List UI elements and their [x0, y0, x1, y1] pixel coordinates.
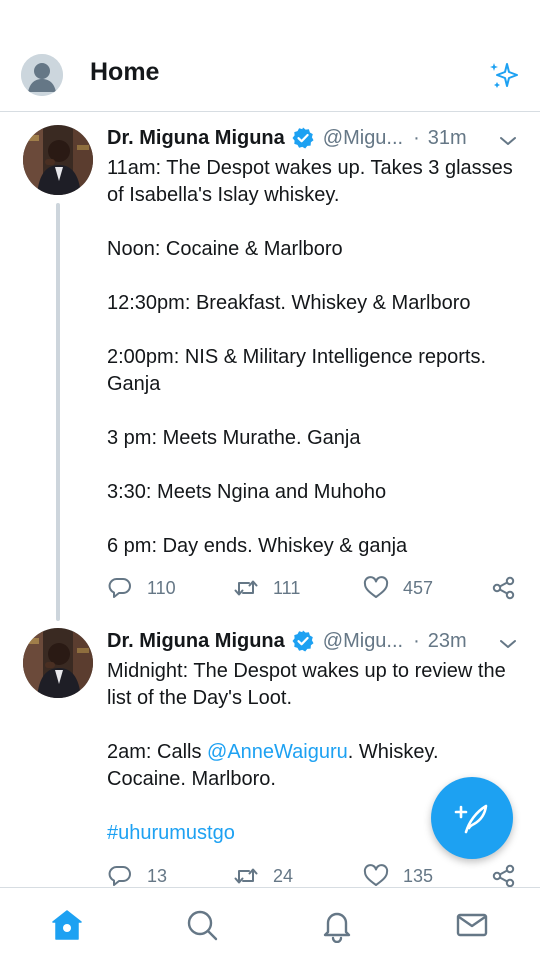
retweet-button[interactable]: 24	[233, 861, 293, 887]
tweet-line: 3 pm: Meets Murathe. Ganja	[107, 427, 361, 449]
tweet-header: Dr. Miguna Miguna @Migu... · 31m	[107, 124, 467, 152]
retweet-icon	[234, 868, 258, 884]
tweet-line: 2:00pm: NIS & Military Intelligence repo…	[107, 346, 487, 395]
tweet-header: Dr. Miguna Miguna @Migu... · 23m	[107, 627, 467, 655]
tweet-timestamp: 31m	[427, 126, 467, 149]
reply-button[interactable]: 110	[107, 573, 176, 603]
author-name[interactable]: Dr. Miguna Miguna	[107, 127, 285, 150]
reply-button[interactable]: 13	[107, 861, 167, 887]
like-count: 457	[403, 577, 434, 598]
heart-icon	[363, 864, 389, 886]
tweet-text-segment: 2am: Calls	[107, 741, 208, 763]
share-button[interactable]	[491, 573, 517, 603]
share-button[interactable]	[491, 861, 517, 887]
tweet-line: Midnight: The Despot wakes up to review …	[107, 660, 506, 709]
compose-tweet-button[interactable]	[431, 777, 513, 859]
retweet-count: 24	[273, 865, 294, 886]
author-avatar[interactable]	[23, 628, 93, 698]
tweet-actions: 13 24 135	[107, 861, 519, 887]
default-avatar-icon	[21, 54, 63, 96]
tweet-line: 11am: The Despot wakes up. Takes 3 glass…	[107, 157, 513, 206]
notifications-icon[interactable]	[319, 907, 355, 943]
tweet-actions: 110 111 457	[107, 573, 519, 603]
compose-tweet-icon	[454, 804, 488, 834]
verified-badge-icon	[292, 630, 314, 652]
like-button[interactable]: 457	[363, 573, 433, 603]
like-button[interactable]: 135	[363, 861, 433, 887]
like-count: 135	[403, 865, 434, 886]
author-avatar[interactable]	[23, 125, 93, 195]
thread-connector	[56, 203, 60, 621]
retweet-button[interactable]: 111	[233, 573, 300, 603]
tweet-line: Noon: Cocaine & Marlboro	[107, 238, 343, 260]
author-handle: @Migu...	[322, 126, 404, 149]
share-icon	[492, 576, 515, 600]
author-name[interactable]: Dr. Miguna Miguna	[107, 630, 285, 653]
reply-count: 13	[147, 865, 168, 886]
top-app-bar: Home	[0, 40, 540, 112]
search-icon[interactable]	[184, 907, 220, 943]
tweet-line: 12:30pm: Breakfast. Whiskey & Marlboro	[107, 292, 471, 314]
tweet-timestamp: 23m	[427, 629, 467, 652]
chevron-down-icon[interactable]	[498, 131, 518, 151]
verified-badge-icon	[292, 127, 314, 149]
tweet-text: 11am: The Despot wakes up. Takes 3 glass…	[107, 155, 519, 560]
tweet-card[interactable]: Dr. Miguna Miguna @Migu... · 31m 11am: T…	[0, 113, 540, 621]
retweet-count: 111	[273, 577, 301, 598]
reply-count: 110	[147, 577, 176, 598]
reply-icon	[108, 578, 131, 598]
tweet-line: 6 pm: Day ends. Whiskey & ganja	[107, 535, 408, 557]
profile-avatar-button[interactable]	[21, 54, 63, 96]
reply-icon	[108, 866, 131, 886]
heart-icon	[363, 576, 389, 598]
home-icon[interactable]	[49, 907, 85, 943]
separator-dot: ·	[413, 629, 420, 652]
messages-icon[interactable]	[454, 907, 490, 943]
share-icon	[492, 864, 515, 887]
mention-link[interactable]: @AnneWaiguru	[207, 741, 348, 763]
page-title: Home	[90, 58, 160, 86]
retweet-icon	[234, 580, 258, 596]
status-bar	[0, 0, 540, 40]
timeline-feed[interactable]: Dr. Miguna Miguna @Migu... · 31m 11am: T…	[0, 113, 540, 887]
hashtag-link[interactable]: #uhurumustgo	[107, 822, 235, 844]
chevron-down-icon[interactable]	[498, 634, 518, 654]
bottom-navigation	[0, 887, 540, 960]
sparkle-icon[interactable]	[488, 58, 522, 92]
author-handle: @Migu...	[322, 629, 404, 652]
separator-dot: ·	[413, 126, 420, 149]
tweet-line: 3:30: Meets Ngina and Muhoho	[107, 481, 387, 503]
